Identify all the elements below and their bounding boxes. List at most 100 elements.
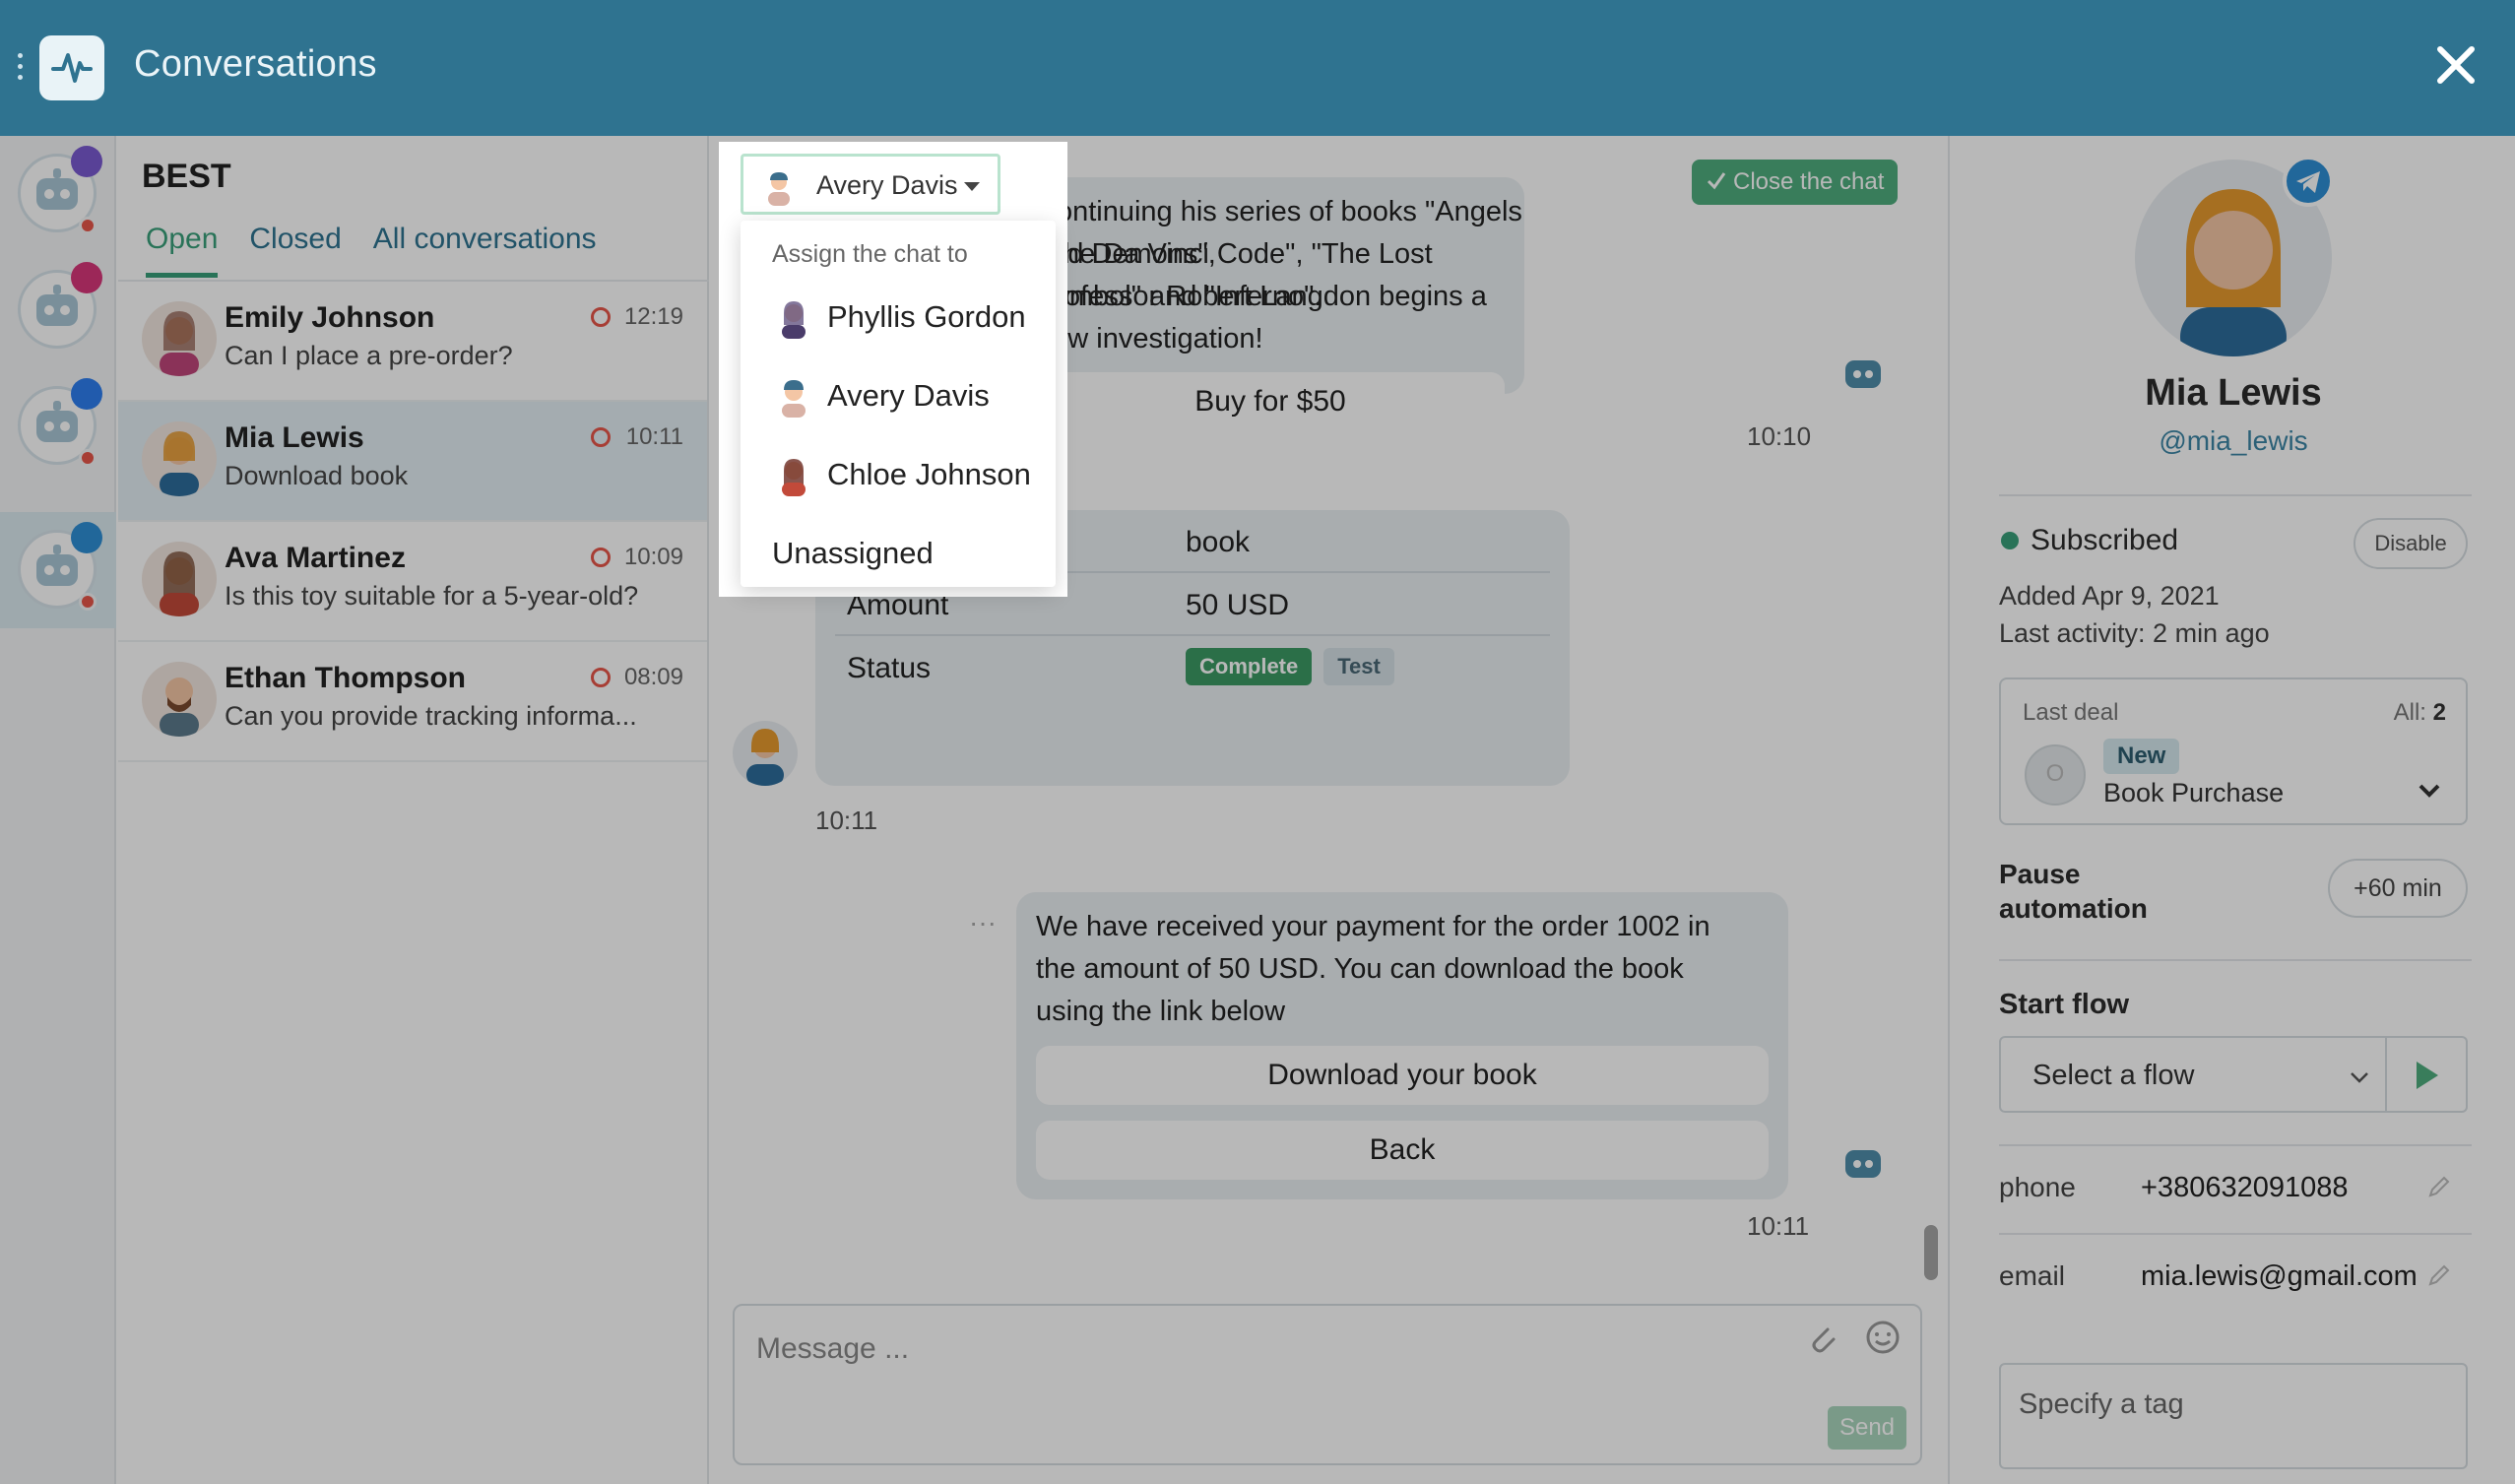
conversation-time: 10:09	[623, 544, 683, 570]
assign-option[interactable]: Avery Davis	[741, 360, 1056, 429]
conversation-item[interactable]: Ethan Thompson Can you provide tracking …	[118, 642, 707, 762]
org-name: BEST	[142, 158, 231, 195]
status-dot	[79, 449, 97, 467]
assignee-select-button[interactable]: Avery Davis	[741, 154, 1000, 215]
assign-option-label: Chloe Johnson	[827, 457, 1031, 491]
check-icon	[1707, 172, 1726, 190]
tag-input[interactable]	[2017, 1381, 2450, 1428]
user-avatar	[733, 721, 798, 786]
tab-closed[interactable]: Closed	[249, 223, 341, 278]
divider	[1999, 1144, 2472, 1146]
added-date: Added Apr 9, 2021	[1999, 581, 2220, 611]
last-activity: Last activity: 2 min ago	[1999, 618, 2270, 648]
instagram-icon	[71, 262, 102, 293]
message-line: the amount of 50 USD. You can download t…	[1036, 953, 1684, 985]
edit-pencil-icon[interactable]	[2426, 1174, 2452, 1199]
avatar	[142, 421, 217, 496]
conversation-item[interactable]: Ava Martinez Is this toy suitable for a …	[118, 522, 707, 642]
email-value: mia.lewis@gmail.com	[2141, 1260, 2418, 1292]
send-button[interactable]: Send	[1828, 1406, 1906, 1450]
conversation-item[interactable]: Emily Johnson Can I place a pre-order? 1…	[118, 282, 707, 402]
message-input[interactable]	[754, 1320, 1641, 1379]
channel-telegram[interactable]	[0, 512, 116, 628]
messenger-icon	[71, 378, 102, 410]
menu-dots-icon[interactable]	[18, 53, 26, 83]
assign-option[interactable]: Phyllis Gordon	[741, 282, 1056, 351]
start-flow-label: Start flow	[1999, 989, 2130, 1020]
test-badge: Test	[1323, 648, 1394, 685]
status-indicator-icon	[591, 427, 611, 447]
conversation-list: BEST Open Closed All conversations Emily…	[118, 136, 709, 1484]
telegram-icon	[2283, 156, 2334, 207]
assign-option[interactable]: Unassigned	[741, 518, 1056, 587]
close-chat-button[interactable]: Close the chat	[1692, 160, 1899, 205]
conversation-name: Mia Lewis	[225, 421, 364, 454]
message-composer: Send	[733, 1304, 1922, 1465]
paperclip-icon[interactable]	[1802, 1318, 1841, 1357]
message-time: 10:11	[815, 806, 878, 835]
divider	[1999, 1233, 2472, 1235]
tag-box	[1999, 1363, 2468, 1469]
assign-option-label: Unassigned	[772, 536, 934, 570]
assign-option-label: Phyllis Gordon	[827, 299, 1026, 334]
app-title: Conversations	[134, 43, 377, 85]
telegram-icon	[71, 522, 102, 553]
channel-messenger[interactable]	[0, 368, 116, 484]
more-dots-icon[interactable]: ···	[969, 909, 999, 936]
last-deal-card[interactable]: Last deal All: 2 O New Book Purchase	[1999, 677, 2468, 825]
subscribed-dot-icon	[2001, 532, 2019, 549]
message-time: 10:10	[1747, 421, 1812, 451]
pause-automation-label: Pause automation	[1999, 859, 2148, 924]
bot-message: Continuing his series of books "Angels a…	[1016, 177, 1524, 431]
play-icon	[2417, 1062, 2438, 1089]
deal-name: Book Purchase	[2103, 778, 2285, 807]
flow-select-value: Select a flow	[2032, 1060, 2195, 1091]
run-flow-button[interactable]	[2387, 1036, 2468, 1113]
conversation-item[interactable]: Mia Lewis Download book 10:11	[118, 402, 707, 522]
avatar	[142, 542, 217, 616]
status-indicator-icon	[591, 307, 611, 327]
contact-username[interactable]: @mia_lewis	[1950, 425, 2515, 457]
phone-value: +380632091088	[2141, 1172, 2349, 1203]
pause-60-min-button[interactable]: +60 min	[2328, 859, 2468, 918]
assign-option-label: Avery Davis	[827, 378, 990, 413]
edit-pencil-icon[interactable]	[2426, 1262, 2452, 1288]
order-row: Status Complete Test	[835, 636, 1550, 699]
close-icon[interactable]	[2426, 35, 2485, 95]
chevron-down-icon[interactable]	[2417, 778, 2442, 804]
tab-open[interactable]: Open	[146, 223, 219, 278]
flow-select[interactable]: Select a flow	[1999, 1036, 2387, 1113]
contact-name: Mia Lewis	[2145, 372, 2322, 414]
conversation-time: 08:09	[623, 664, 683, 690]
last-deal-label: Last deal	[2023, 699, 2119, 726]
avatar	[782, 380, 806, 418]
message-line: using the link below	[1036, 996, 1286, 1027]
assign-option[interactable]: Chloe Johnson	[741, 439, 1056, 508]
phone-label: phone	[1999, 1172, 2076, 1202]
conversation-name: Emily Johnson	[225, 301, 435, 334]
bot-icon	[1839, 1138, 1887, 1186]
conversation-time: 10:11	[625, 423, 683, 450]
download-book-button[interactable]: Download your book	[1036, 1046, 1769, 1105]
channel-viber[interactable]	[0, 136, 116, 252]
email-label: email	[1999, 1260, 2065, 1291]
status-badge: Complete	[1186, 648, 1313, 685]
order-status: Complete Test	[1186, 648, 1406, 685]
chat-scrollbar[interactable]	[1924, 1225, 1938, 1280]
buy-button[interactable]: Buy for $50	[1036, 372, 1505, 431]
avatar	[142, 662, 217, 737]
conversation-preview: Download book	[225, 461, 409, 490]
viber-icon	[71, 146, 102, 177]
message-time: 10:11	[1747, 1211, 1810, 1241]
bot-icon	[1839, 349, 1887, 396]
status-indicator-icon	[591, 668, 611, 687]
channel-rail	[0, 136, 116, 1484]
disable-button[interactable]: Disable	[2354, 518, 2468, 569]
tab-all-conversations[interactable]: All conversations	[373, 223, 597, 278]
conversation-tabs: Open Closed All conversations	[146, 223, 597, 278]
avatar	[782, 459, 806, 496]
emoji-icon[interactable]	[1863, 1318, 1902, 1357]
caret-down-icon	[964, 182, 980, 191]
back-button[interactable]: Back	[1036, 1121, 1769, 1180]
channel-instagram[interactable]	[0, 252, 116, 368]
